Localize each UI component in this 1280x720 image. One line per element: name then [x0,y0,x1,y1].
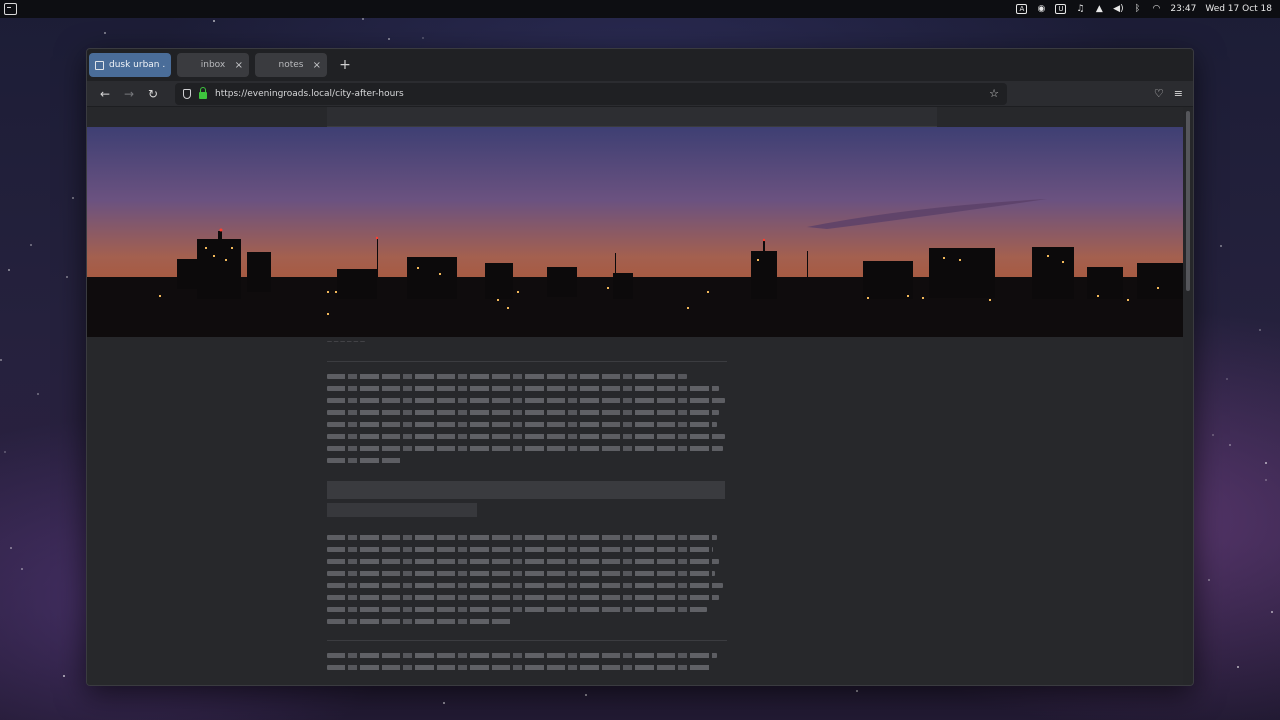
arrow-right-icon: → [123,86,135,101]
bluetooth-icon[interactable]: ᛒ [1132,4,1142,14]
star [30,244,32,246]
new-tab-button[interactable]: + [337,57,353,73]
page-favicon-icon [95,60,104,70]
star [443,702,445,704]
terminal-icon[interactable] [4,3,17,15]
reload-icon: ↻ [147,86,159,101]
star [585,694,587,696]
translate-icon[interactable]: A [1016,4,1028,14]
browser-window: dusk urban ... inbox × notes × + ← → ↻ h… [86,48,1194,686]
star [1208,579,1210,581]
url-text[interactable]: https://eveningroads.local/city-after-ho… [215,89,981,99]
star [1259,329,1261,331]
system-tray: A ◉ U ♫ ▲ ◀) ᛒ ◠ 23:47 Wed 17 Oct 18 [1016,4,1272,14]
star [8,269,10,271]
close-icon[interactable]: × [313,60,321,71]
star [388,38,390,40]
pocket-icon[interactable]: ♡ [1154,87,1164,100]
system-top-panel: A ◉ U ♫ ▲ ◀) ᛒ ◠ 23:47 Wed 17 Oct 18 [0,0,1280,18]
star [72,197,74,199]
paragraph [327,535,727,624]
star [213,20,215,22]
tab-inbox[interactable]: inbox × [177,53,249,77]
toolbar-right: ♡ ≡ [1154,87,1187,100]
section-subheading [327,503,477,517]
back-button[interactable]: ← [93,83,117,105]
star [1271,611,1273,613]
star [422,37,424,39]
tab-strip: dusk urban ... inbox × notes × + [87,49,1193,81]
navigation-toolbar: ← → ↻ https://eveningroads.local/city-af… [87,81,1193,107]
hero-image [87,127,1185,337]
page-header-strip [327,107,937,127]
tab-title: notes [278,60,304,70]
lock-icon[interactable] [199,86,207,99]
star [0,359,2,361]
star [362,18,364,20]
paragraph [327,653,727,670]
alert-icon[interactable]: ▲ [1094,4,1104,14]
section-heading [327,481,725,499]
clock[interactable]: 23:47 [1170,4,1196,14]
arrow-left-icon: ← [99,86,111,101]
volume-icon[interactable]: ◀) [1113,4,1123,14]
reload-button[interactable]: ↻ [141,83,165,105]
close-icon[interactable]: × [235,60,243,71]
star [1265,479,1267,481]
bookmark-star-icon[interactable]: ☆ [989,87,999,100]
star [1226,378,1228,380]
star [4,451,6,453]
menu-icon[interactable]: ≡ [1174,87,1183,100]
star [21,568,23,570]
city-skyline-image [87,127,1185,337]
page-scrollbar[interactable] [1183,107,1193,685]
star [1220,245,1222,247]
article-body: — — — — — — [327,337,727,670]
star [1265,462,1267,464]
notifications-icon[interactable]: ◉ [1036,4,1046,14]
star [856,690,858,692]
date[interactable]: Wed 17 Oct 18 [1205,4,1272,14]
paragraph [327,374,727,463]
divider [327,361,727,362]
tab-title: dusk urban ... [109,60,165,70]
star [104,32,106,34]
image-caption: — — — — — — [327,339,365,345]
audio-icon[interactable]: ♫ [1075,4,1085,14]
star [37,393,39,395]
wifi-icon[interactable]: ◠ [1151,4,1161,14]
shield-icon[interactable] [183,88,191,99]
star [1212,434,1214,436]
clipboard-icon[interactable]: U [1055,4,1067,14]
star [63,675,65,677]
address-bar[interactable]: https://eveningroads.local/city-after-ho… [175,82,1007,105]
divider [327,640,727,641]
scrollbar-thumb[interactable] [1186,111,1190,291]
star [66,276,68,278]
tab-notes[interactable]: notes × [255,53,327,77]
star [1229,444,1231,446]
forward-button[interactable]: → [117,83,141,105]
star [10,547,12,549]
tab-dusk-urban[interactable]: dusk urban ... [89,53,171,77]
star [1237,666,1239,668]
page-content[interactable]: — — — — — — [87,107,1185,685]
tab-title: inbox [200,60,226,70]
